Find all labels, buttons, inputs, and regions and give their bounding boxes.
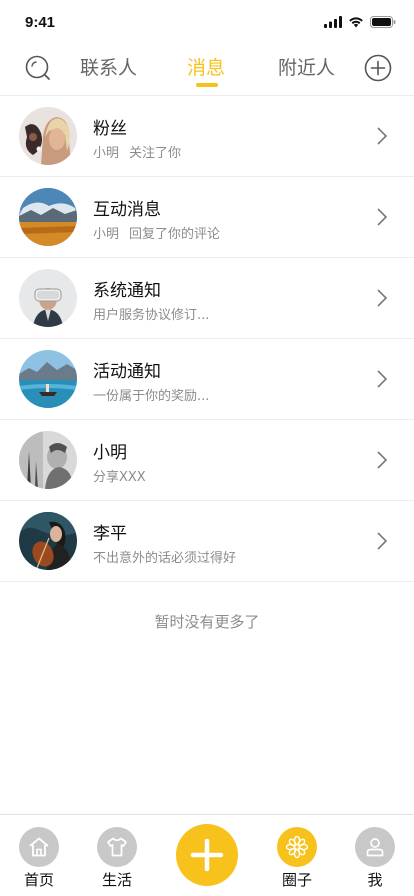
item-subtitle: 分享XXX [93,470,146,485]
tab-circle-label: 圈子 [281,871,312,889]
top-nav: 联系人 消息 附近人 [0,44,414,96]
list-item-xiaoming[interactable]: 小明 分享XXX [0,420,414,501]
tab-home[interactable]: 首页 [9,827,69,890]
shirt-icon [97,827,137,867]
chevron-right-icon [377,532,388,550]
home-icon [19,827,59,867]
tab-circle[interactable]: 圈子 [267,827,327,890]
battery-icon [370,16,396,28]
avatar [19,188,77,246]
list-item-fans[interactable]: 粉丝 小明 关注了你 [0,96,414,177]
item-subtitle: 小明 回复了你的评论 [93,223,220,242]
status-icons [324,15,396,29]
subtitle-name: 小明 [93,146,120,161]
status-bar: 9:41 [0,0,414,44]
tab-nearby[interactable]: 附近人 [278,53,335,80]
item-title: 活动通知 [93,362,161,382]
avatar [19,107,77,165]
plus-icon [190,838,224,872]
list-item-liping[interactable]: 李平 不出意外的话必须过得好 [0,501,414,582]
item-title: 小明 [93,443,127,463]
wifi-icon [349,17,363,28]
chevron-right-icon [377,127,388,145]
item-subtitle: 不出意外的话必须过得好 [93,551,237,566]
message-list: 粉丝 小明 关注了你 互动消息 小明 回复了你的评论 系统通知 用户服务协议修订… [0,96,414,582]
item-title: 系统通知 [93,281,161,301]
item-subtitle: 用户服务协议修订... [93,308,210,323]
list-item-interactions[interactable]: 互动消息 小明 回复了你的评论 [0,177,414,258]
item-subtitle: 一份属于你的奖励... [93,389,210,404]
signal-icon [324,16,342,28]
tab-me[interactable]: 我 [345,827,405,890]
item-title: 互动消息 [93,200,161,220]
list-item-activity[interactable]: 活动通知 一份属于你的奖励... [0,339,414,420]
chevron-right-icon [377,451,388,469]
no-more-text: 暂时没有更多了 [154,613,260,631]
item-title: 李平 [93,524,127,544]
subtitle-text: 回复了你的评论 [129,227,221,242]
flower-icon [277,827,317,867]
status-time: 9:41 [25,14,56,31]
search-icon[interactable] [24,54,52,82]
item-title: 粉丝 [93,119,127,139]
chevron-right-icon [377,208,388,226]
tab-life[interactable]: 生活 [87,827,147,890]
avatar [19,431,77,489]
plus-circle-icon[interactable] [364,54,392,82]
chevron-right-icon [377,289,388,307]
tab-me-label: 我 [367,871,383,889]
subtitle-text: 关注了你 [129,146,182,161]
tab-life-label: 生活 [101,871,132,889]
avatar [19,350,77,408]
tab-contacts[interactable]: 联系人 [80,53,137,80]
chevron-right-icon [377,370,388,388]
publish-button[interactable] [176,824,238,886]
list-item-system[interactable]: 系统通知 用户服务协议修订... [0,258,414,339]
avatar [19,512,77,570]
active-tab-indicator [196,83,218,87]
subtitle-name: 小明 [93,227,120,242]
bottom-tab-bar: 首页 生活 圈子 我 [0,814,414,896]
avatar [19,269,77,327]
tab-messages[interactable]: 消息 [187,53,225,80]
tab-home-label: 首页 [23,871,54,889]
item-subtitle: 小明 关注了你 [93,142,181,161]
person-icon [355,827,395,867]
